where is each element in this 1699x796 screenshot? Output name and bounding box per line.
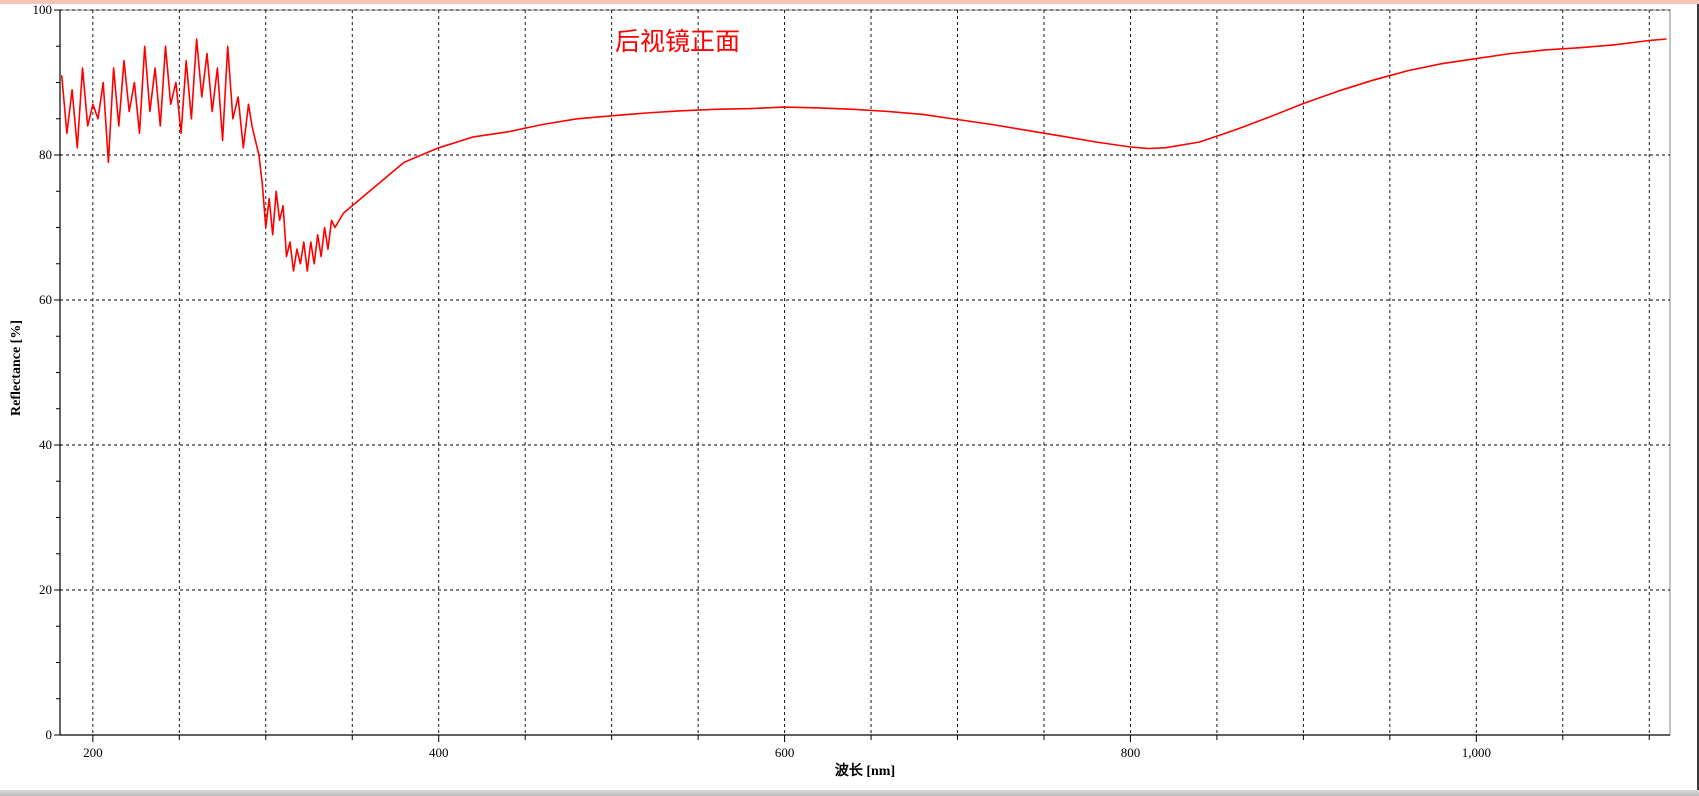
- y-tick-label: 60: [39, 292, 52, 307]
- y-tick-label: 80: [39, 147, 52, 162]
- x-tick-label: 800: [1121, 745, 1141, 760]
- reflectance-chart: 0 20 40 60 80 100 200 400 600 800 1,000 后视镜正面 波长 […: [9, 2, 1671, 779]
- x-axis-title: 波长 [nm]: [835, 762, 895, 779]
- y-tick-label: 0: [46, 727, 53, 742]
- plot-frame: [59, 9, 1671, 736]
- x-tick-label: 600: [775, 745, 795, 760]
- x-tick-label: 400: [429, 745, 449, 760]
- y-tick-label: 100: [33, 2, 53, 17]
- y-tick-label: 20: [39, 582, 52, 597]
- x-tick-label: 200: [83, 745, 103, 760]
- y-axis-title: Reflectance [%]: [9, 320, 24, 416]
- y-tick-label: 40: [39, 437, 52, 452]
- chart-title: 后视镜正面: [615, 27, 740, 56]
- x-tick-label: 1,000: [1462, 745, 1491, 760]
